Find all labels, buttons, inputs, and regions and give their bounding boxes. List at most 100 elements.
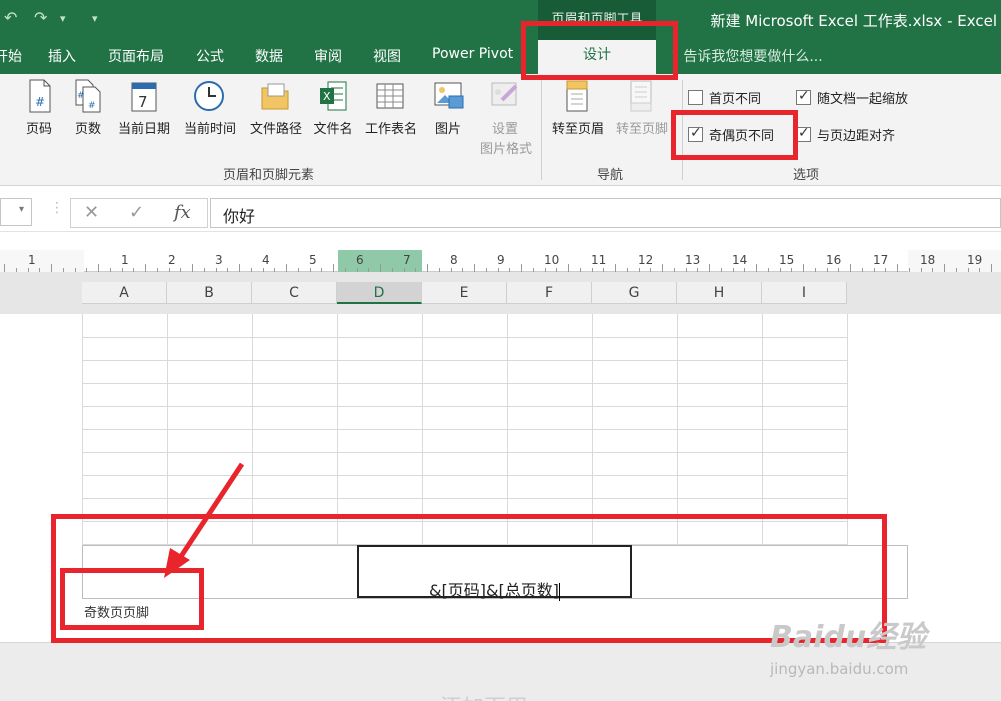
grid-column-line: [592, 314, 593, 546]
document-title: 新建 Microsoft Excel 工作表.xlsx - Excel: [710, 12, 998, 30]
svg-text:#: #: [88, 101, 96, 111]
nav-group-label: 导航: [597, 168, 624, 183]
watermark-logo: Baidu经验: [770, 620, 927, 655]
grid-row-line: [82, 429, 848, 430]
checkbox-box-checked: [796, 88, 811, 105]
file-path-button[interactable]: 文件路径: [250, 78, 302, 156]
sheet-grid-icon: [376, 83, 404, 109]
page-number-button[interactable]: # 页码: [14, 78, 64, 156]
annotation-arrow-icon: [164, 462, 245, 578]
column-header-f[interactable]: F: [507, 282, 592, 304]
ruler-tick: [427, 264, 428, 272]
name-box[interactable]: ▾: [0, 198, 32, 226]
tab-data[interactable]: 数据: [255, 46, 283, 66]
column-header-c[interactable]: C: [252, 282, 337, 304]
add-header-hint[interactable]: 添加页眉: [440, 690, 528, 701]
grid-column-line: [847, 314, 848, 546]
ruler-number: 13: [685, 253, 701, 267]
context-tab-label: 页眉和页脚工具: [538, 0, 656, 40]
grid-column-line: [422, 314, 423, 546]
customize-toolbar-icon[interactable]: ▾: [92, 12, 98, 25]
file-name-button[interactable]: X 文件名: [308, 78, 358, 156]
column-header-g[interactable]: G: [592, 282, 677, 304]
different-odd-even-checkbox[interactable]: 奇偶页不同: [688, 125, 774, 145]
name-box-dropdown-icon[interactable]: ▾: [19, 204, 24, 215]
sheet-name-button[interactable]: 工作表名: [365, 78, 417, 156]
watermark-url: jingyan.baidu.com: [770, 660, 909, 678]
svg-text:#: #: [77, 91, 85, 101]
ribbon-tab-row: 开始 插入 页面布局 公式 数据 审阅 视图 Power Pivot: [0, 40, 1001, 74]
svg-text:#: #: [35, 95, 45, 109]
column-header-b[interactable]: B: [167, 282, 252, 304]
column-header-e[interactable]: E: [422, 282, 507, 304]
tab-formulas[interactable]: 公式: [196, 46, 224, 66]
tab-design[interactable]: 设计: [538, 40, 656, 74]
footer-center-text: &[页码]&[总页数]: [429, 581, 559, 600]
ruler-tick: [850, 264, 851, 272]
ruler-number: 11: [591, 253, 607, 267]
current-date-button[interactable]: 7 当前日期: [118, 78, 170, 156]
tab-power-pivot[interactable]: Power Pivot: [432, 46, 513, 62]
svg-text:X: X: [323, 90, 331, 103]
page-count-icon: ##: [75, 79, 101, 113]
excel-file-icon: X: [320, 81, 347, 111]
redo-icon[interactable]: ↷: [34, 8, 47, 27]
column-header-d[interactable]: D: [337, 282, 422, 304]
grid-row-line: [82, 383, 848, 384]
ruler-number: 5: [309, 253, 317, 267]
tell-me-text: 告诉我您想要做什么...: [683, 49, 823, 65]
ruler-tick: [239, 264, 240, 272]
formula-bar-grip-icon: ⋮: [50, 200, 64, 216]
different-first-page-checkbox[interactable]: 首页不同: [688, 88, 761, 108]
grid-row-line: [82, 406, 848, 407]
tab-page-layout[interactable]: 页面布局: [108, 46, 164, 66]
scale-with-document-checkbox[interactable]: 随文档一起缩放: [796, 88, 908, 108]
goto-header-icon: [566, 80, 588, 112]
undo-icon[interactable]: ↶: [4, 8, 17, 27]
cancel-icon[interactable]: ✕: [84, 202, 99, 223]
ruler-number: 8: [450, 253, 458, 267]
grid-column-line: [252, 314, 253, 546]
group-separator: [541, 80, 542, 180]
grid-column-line: [82, 314, 83, 546]
align-with-margins-checkbox[interactable]: 与页边距对齐: [796, 125, 895, 145]
checkbox-box-checked: [688, 125, 703, 142]
column-header-i[interactable]: I: [762, 282, 847, 304]
format-picture-button[interactable]: 设置 图片格式: [480, 78, 532, 157]
tab-insert[interactable]: 插入: [48, 46, 76, 66]
ruler-tick: [662, 264, 663, 272]
insert-function-icon[interactable]: fx: [174, 202, 191, 223]
formula-input[interactable]: 你好: [210, 198, 1001, 228]
tab-review[interactable]: 审阅: [314, 46, 342, 66]
ruler-tick: [568, 264, 569, 272]
tab-home[interactable]: 开始: [0, 46, 22, 66]
goto-footer-button[interactable]: 转至页脚: [616, 78, 668, 156]
ruler-tick: [333, 264, 334, 272]
column-header-a[interactable]: A: [82, 282, 167, 304]
ruler-tick: [897, 264, 898, 272]
page-count-button[interactable]: # # 页数: [63, 78, 113, 156]
ruler-tick: [991, 264, 992, 272]
tab-view[interactable]: 视图: [373, 46, 401, 66]
ruler-tick: [192, 264, 193, 272]
text-cursor: [558, 582, 560, 601]
clock-icon: [194, 81, 224, 111]
checkbox-box: [688, 90, 703, 105]
page-number-icon: #: [29, 79, 51, 113]
ruler-number: 2: [168, 253, 176, 267]
options-group-label: 选项: [793, 168, 820, 183]
ruler-number: 10: [544, 253, 560, 267]
tell-me-search[interactable]: ? 告诉我您想要做什么...: [672, 46, 823, 66]
format-picture-icon: [491, 82, 518, 106]
ruler-tick: [521, 264, 522, 272]
column-header-h[interactable]: H: [677, 282, 762, 304]
grid-row-line: [82, 452, 848, 453]
redo-dropdown-icon[interactable]: ▾: [60, 12, 66, 25]
footer-center-section[interactable]: &[页码]&[总页数]: [357, 545, 632, 601]
picture-button[interactable]: 图片: [423, 78, 473, 156]
group-separator: [682, 80, 683, 180]
enter-icon[interactable]: ✓: [129, 202, 144, 223]
goto-header-button[interactable]: 转至页眉: [552, 78, 604, 156]
current-time-button[interactable]: 当前时间: [184, 78, 236, 156]
ruler-tick: [944, 264, 945, 272]
